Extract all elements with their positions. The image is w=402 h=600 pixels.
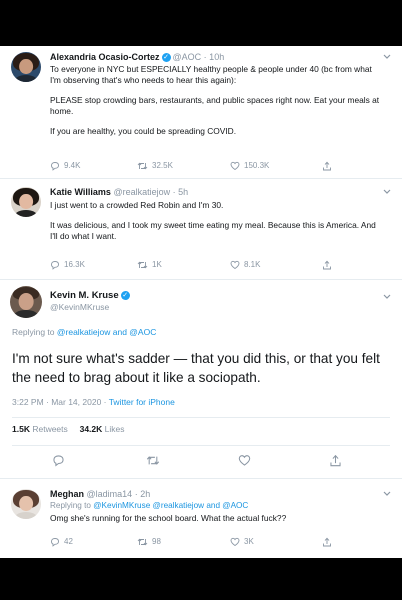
avatar[interactable]: [10, 286, 42, 318]
chevron-down-icon[interactable]: [382, 52, 392, 62]
avatar[interactable]: [11, 52, 41, 82]
tweet-timestamp: 3:22 PM · Mar 14, 2020 · Twitter for iPh…: [12, 397, 175, 407]
retweet-icon: [137, 162, 148, 170]
reply-count: 16.3K: [64, 260, 85, 270]
author-handle[interactable]: @realkatiejow · 5h: [113, 187, 188, 197]
retweet-button[interactable]: 98: [137, 537, 161, 547]
share-button[interactable]: [329, 454, 346, 467]
retweets-stat[interactable]: 1.5K Retweets: [12, 424, 68, 434]
reply-icon: [53, 455, 64, 467]
tweet-text: To everyone in NYC but ESPECIALLY health…: [50, 64, 380, 146]
retweet-button[interactable]: 1K: [137, 260, 162, 270]
tweet-katie[interactable]: Katie Williams @realkatiejow · 5h I just…: [0, 179, 402, 279]
author-name[interactable]: Kevin M. Kruse: [50, 290, 119, 301]
retweet-button[interactable]: 32.5K: [137, 161, 173, 171]
tweet-actions: 9.4K 32.5K 150.3K: [50, 161, 390, 173]
like-count: 3K: [244, 537, 254, 547]
like-button[interactable]: 150.3K: [230, 161, 269, 171]
tweet-kruse: Kevin M. Kruse ✓ @KevinMKruse Replying to…: [0, 280, 402, 480]
replying-to: Replying to @KevinMKruse @realkatiejow a…: [50, 501, 248, 510]
chevron-down-icon[interactable]: [382, 187, 392, 197]
heart-icon: [230, 260, 240, 270]
reply-button[interactable]: [52, 454, 69, 467]
retweet-icon: [137, 538, 148, 546]
avatar[interactable]: [11, 489, 41, 519]
retweet-icon: [146, 456, 160, 465]
tweet-thread: Alexandria Ocasio-Cortez ✓ @AOC · 10h To e…: [0, 46, 402, 558]
heart-icon: [230, 161, 240, 171]
like-count: 150.3K: [244, 161, 270, 171]
retweet-count: 32.5K: [152, 161, 173, 171]
divider: [12, 445, 390, 446]
tweet-actions: 16.3K 1K 8.1K: [50, 260, 390, 272]
reply-icon: [51, 162, 59, 171]
tweet-meghan[interactable]: Meghan @ladima14 · 2h Replying to @Kevin…: [0, 479, 402, 558]
author-handle[interactable]: @AOC · 10h: [173, 52, 225, 62]
like-button[interactable]: 3K: [230, 537, 254, 547]
reply-count: 42: [64, 537, 73, 547]
divider: [12, 417, 390, 418]
retweet-count: 98: [152, 537, 161, 547]
tweet-source[interactable]: Twitter for iPhone: [109, 397, 175, 407]
heart-icon: [238, 455, 251, 466]
tweet-text: I just went to a crowded Red Robin and I…: [50, 200, 380, 251]
tweet-paragraph: PLEASE stop crowding bars, restaurants, …: [50, 95, 380, 116]
likes-count: 34.2K: [79, 424, 103, 434]
replying-to-links[interactable]: @KevinMKruse @realkatiejow and @AOC: [93, 501, 248, 510]
author-name[interactable]: Meghan: [50, 489, 84, 499]
share-icon: [323, 161, 331, 171]
replying-prefix: Replying to: [50, 501, 94, 510]
replying-to-links[interactable]: @realkatiejow and @AOC: [57, 327, 156, 337]
tweet-paragraph: I just went to a crowded Red Robin and I…: [50, 200, 224, 210]
tweet-stats: 1.5K Retweets 34.2K Likes: [12, 424, 125, 434]
replying-prefix: Replying to: [12, 327, 57, 337]
retweet-icon: [137, 261, 148, 269]
share-icon: [330, 454, 341, 467]
likes-stat[interactable]: 34.2K Likes: [80, 424, 125, 434]
replying-to: Replying to @realkatiejow and @AOC: [12, 327, 156, 337]
like-button[interactable]: [238, 454, 255, 467]
retweets-count: 1.5K: [12, 424, 30, 434]
reply-button[interactable]: 16.3K: [50, 260, 85, 270]
likes-label: Likes: [104, 424, 125, 434]
like-count: 8.1K: [244, 260, 261, 270]
reply-count: 9.4K: [64, 161, 81, 171]
reply-icon: [51, 261, 59, 270]
tweet-paragraph: To everyone in NYC but ESPECIALLY health…: [50, 64, 372, 85]
chevron-down-icon[interactable]: [382, 292, 392, 302]
reply-icon: [51, 538, 59, 547]
retweet-count: 1K: [152, 260, 162, 270]
verified-icon: ✓: [161, 53, 171, 63]
retweet-button[interactable]: [146, 454, 164, 467]
share-button[interactable]: [322, 161, 336, 171]
tweet-paragraph: If you are healthy, you could be spreadi…: [50, 126, 237, 136]
share-icon: [323, 537, 331, 547]
reply-button[interactable]: 9.4K: [50, 161, 80, 171]
tweet-actions: 42 98 3K: [50, 537, 390, 549]
main-tweet-actions: [0, 454, 402, 468]
author-handle[interactable]: @KevinMKruse: [50, 302, 109, 312]
author-name[interactable]: Alexandria Ocasio-Cortez: [50, 52, 160, 62]
author-name[interactable]: Katie Williams: [50, 187, 111, 197]
tweet-time[interactable]: 3:22 PM · Mar 14, 2020 ·: [12, 397, 109, 407]
tweet-text: Omg she's running for the school board. …: [50, 513, 287, 523]
chevron-down-icon[interactable]: [382, 489, 392, 499]
reply-button[interactable]: 42: [50, 537, 73, 547]
author-handle[interactable]: @ladima14 · 2h: [87, 489, 151, 499]
heart-icon: [230, 537, 240, 547]
verified-icon: ✓: [120, 290, 130, 300]
tweet-aoc[interactable]: Alexandria Ocasio-Cortez ✓ @AOC · 10h To e…: [0, 46, 402, 178]
tweet-paragraph: It was delicious, and I took my sweet ti…: [50, 220, 376, 241]
avatar[interactable]: [11, 187, 41, 217]
share-button[interactable]: [322, 260, 336, 270]
share-icon: [323, 260, 331, 270]
share-button[interactable]: [322, 537, 336, 547]
main-tweet-text: I'm not sure what's sadder — that you di…: [12, 351, 380, 385]
retweets-label: Retweets: [32, 424, 68, 434]
like-button[interactable]: 8.1K: [230, 260, 260, 270]
